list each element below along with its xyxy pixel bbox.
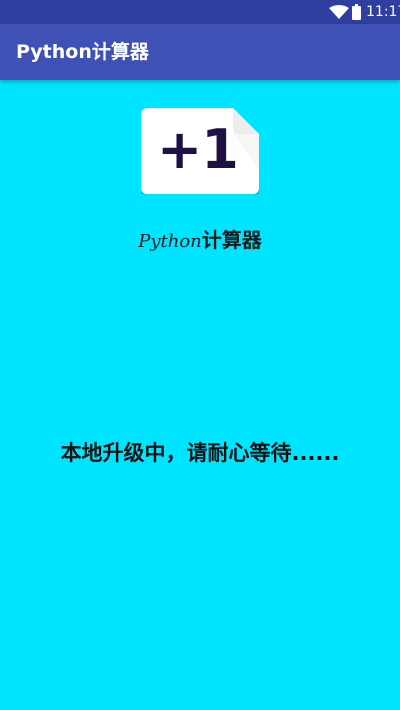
app-bar-title: Python计算器 (16, 41, 149, 63)
app-bar: Python计算器 (0, 24, 400, 80)
status-bar: 11:17 (0, 0, 400, 24)
wifi-icon (329, 5, 349, 19)
app-name: Python计算器 (0, 226, 400, 256)
upgrade-message: 本地升级中，请耐心等待...... (60, 441, 340, 465)
status-time: 11:17 (366, 4, 400, 20)
app-name-latin: Python (138, 231, 202, 252)
battery-icon (352, 4, 361, 20)
logo-text: +1 (157, 118, 239, 181)
app-name-cn: 计算器 (201, 228, 262, 252)
logo-card: +1 (141, 108, 259, 194)
